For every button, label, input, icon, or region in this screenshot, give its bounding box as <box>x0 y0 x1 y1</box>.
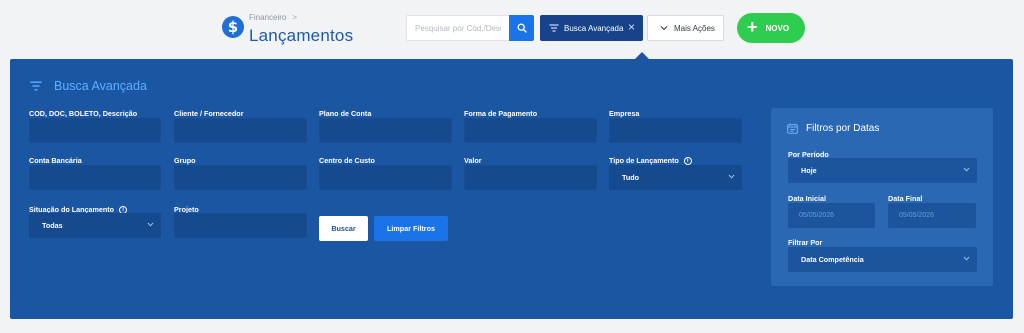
empresa-label: Empresa <box>609 109 640 118</box>
date-filters-title: Filtros por Datas <box>787 123 879 134</box>
cod-input[interactable] <box>29 118 161 143</box>
breadcrumb-separator: > <box>292 13 298 22</box>
breadcrumb: Financeiro > <box>249 13 297 22</box>
more-actions-label: Mais Ações <box>674 23 715 33</box>
calendar-icon <box>787 123 798 134</box>
search-input[interactable] <box>406 15 509 41</box>
top-header: $ Financeiro > Lançamentos Busca Avançada… <box>0 0 1024 59</box>
chevron-down-icon <box>660 26 668 31</box>
tipo-label-text: Tipo de Lançamento <box>609 156 679 165</box>
cliente-input[interactable] <box>174 118 307 143</box>
centro-input[interactable] <box>319 165 452 190</box>
conta-label: Conta Bancária <box>29 156 82 165</box>
cliente-label: Cliente / Fornecedor <box>174 109 244 118</box>
empresa-input[interactable] <box>609 118 742 143</box>
chevron-down-icon <box>147 222 154 227</box>
period-select[interactable]: Hoje <box>788 158 977 183</box>
situacao-select[interactable]: Todas <box>29 213 161 238</box>
centro-label: Centro de Custo <box>319 156 375 165</box>
grupo-label: Grupo <box>174 156 196 165</box>
valor-label: Valor <box>464 156 482 165</box>
page-title: Lançamentos <box>249 26 354 45</box>
grupo-input[interactable] <box>174 165 307 190</box>
end-date-label: Data Final <box>888 194 923 203</box>
chevron-down-icon <box>963 256 970 261</box>
advanced-search-panel: Busca Avançada COD, DOC, BOLETO, Descriç… <box>10 59 1013 319</box>
start-date-input[interactable]: 05/05/2026 <box>788 203 875 228</box>
tipo-label: Tipo de Lançamento i <box>609 156 692 165</box>
plus-icon: + <box>747 17 758 37</box>
more-actions-button[interactable]: Mais Ações <box>647 15 724 41</box>
new-label: NOVO <box>765 23 790 33</box>
projeto-input[interactable] <box>174 213 307 238</box>
dropdown-caret <box>635 52 649 59</box>
advanced-search-label: Busca Avançada <box>564 23 624 33</box>
tipo-select[interactable]: Tudo <box>609 165 742 190</box>
filter-icon <box>30 81 42 91</box>
panel-title: Busca Avançada <box>30 79 147 93</box>
cod-label: COD, DOC, BOLETO, Descrição <box>29 109 138 118</box>
panel-title-label: Busca Avançada <box>54 79 147 93</box>
clear-filters-button[interactable]: Limpar Filtros <box>374 216 448 241</box>
filter-by-label: Filtrar Por <box>788 238 823 247</box>
search-icon <box>517 23 527 33</box>
advanced-search-button[interactable]: Busca Avançada × <box>540 15 643 41</box>
date-filters-title-label: Filtros por Datas <box>806 123 880 134</box>
new-button[interactable]: + NOVO <box>737 13 805 43</box>
forma-input[interactable] <box>464 118 597 143</box>
filter-by-select-value: Data Competência <box>801 255 864 264</box>
chevron-down-icon <box>728 174 735 179</box>
filter-by-select[interactable]: Data Competência <box>788 247 977 272</box>
plano-input[interactable] <box>319 118 452 143</box>
breadcrumb-parent[interactable]: Financeiro <box>249 13 286 22</box>
search-submit-button[interactable]: Buscar <box>319 216 368 241</box>
chevron-down-icon <box>963 167 970 172</box>
date-filters-box: Filtros por Datas Por Período Hoje Data … <box>771 108 993 286</box>
situacao-select-value: Todas <box>42 221 63 230</box>
dollar-icon: $ <box>222 16 244 38</box>
conta-input[interactable] <box>29 165 161 190</box>
period-select-value: Hoje <box>801 166 817 175</box>
close-icon[interactable]: × <box>628 21 635 34</box>
filter-icon <box>549 24 559 32</box>
forma-label: Forma de Pagamento <box>464 109 538 118</box>
valor-input[interactable] <box>464 165 597 190</box>
info-icon[interactable]: i <box>683 156 692 165</box>
end-date-input[interactable]: 05/05/2026 <box>888 203 976 228</box>
plano-label: Plano de Conta <box>319 109 372 118</box>
search-button[interactable] <box>509 15 534 41</box>
tipo-select-value: Tudo <box>622 173 640 182</box>
start-date-label: Data Inicial <box>788 194 826 203</box>
